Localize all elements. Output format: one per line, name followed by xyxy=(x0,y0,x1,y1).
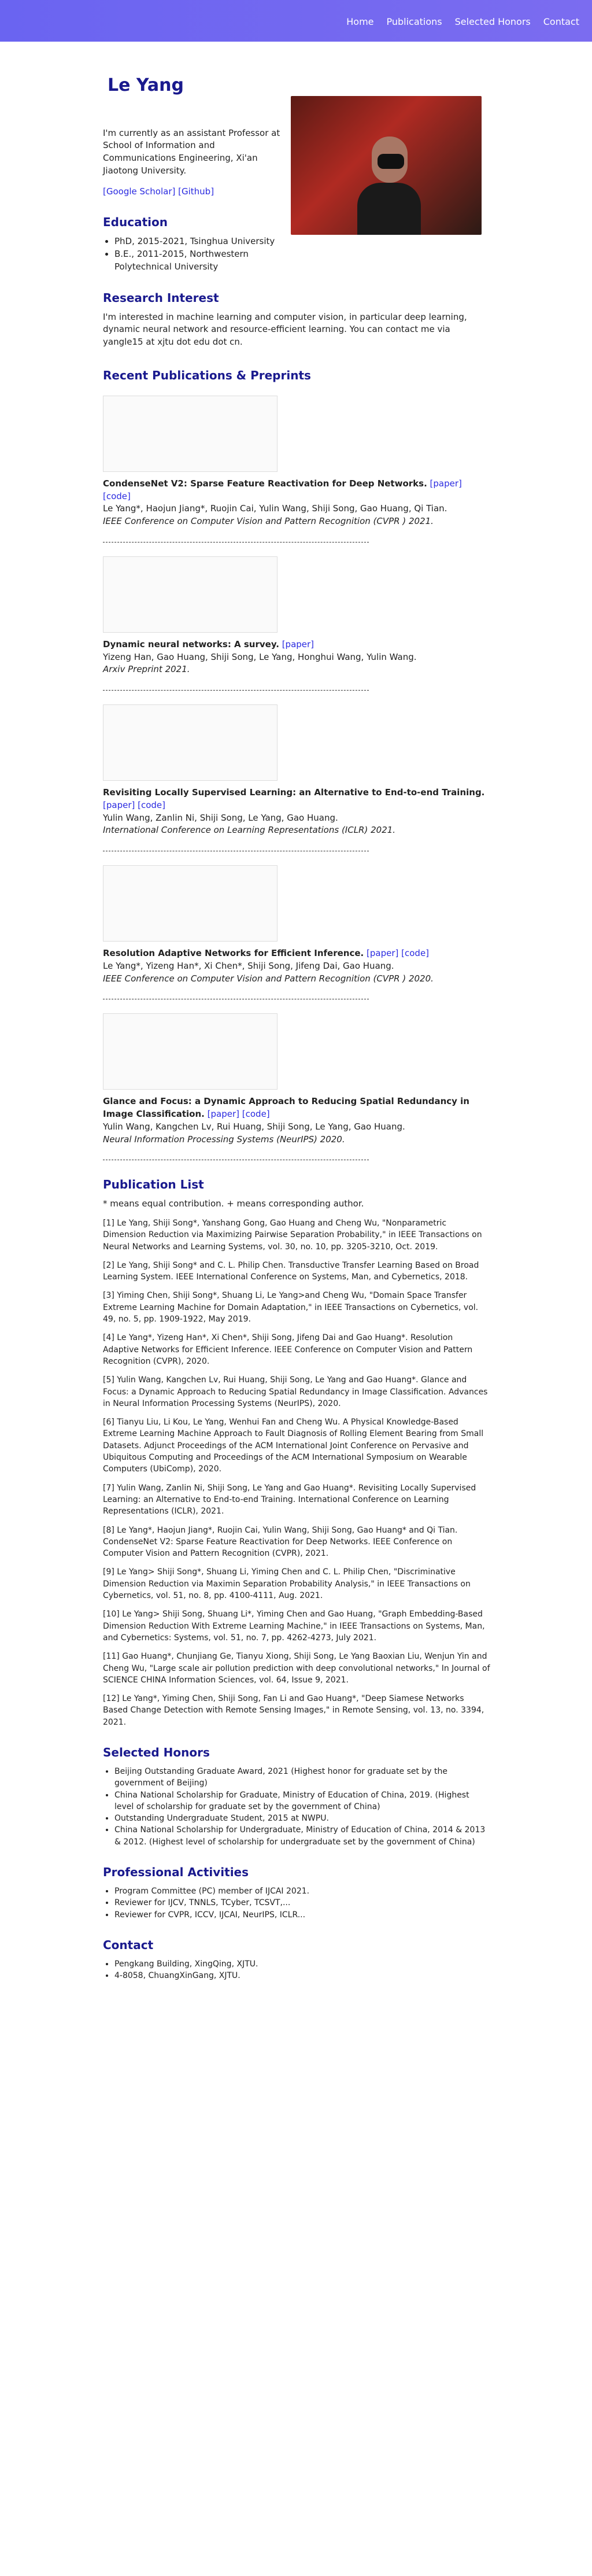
publication-list-item: [3] Yiming Chen, Shiji Song*, Shuang Li,… xyxy=(103,1291,479,1324)
recent-publication: Dynamic neural networks: A survey. [pape… xyxy=(103,556,490,691)
publication-authors: Le Yang*, Haojun Jiang*, Ruojin Cai, Yul… xyxy=(103,503,447,514)
research-text: I'm interested in machine learning and c… xyxy=(103,311,467,348)
publication-link[interactable]: [paper] xyxy=(430,478,462,489)
recent-publication: Resolution Adaptive Networks for Efficie… xyxy=(103,865,490,1000)
publication-title: Revisiting Locally Supervised Learning: … xyxy=(103,787,485,798)
publication-list-item: [9] Le Yang> Shiji Song*, Shuang Li, Yim… xyxy=(103,1567,471,1601)
publication-list-item: [4] Le Yang*, Yizeng Han*, Xi Chen*, Shi… xyxy=(103,1333,473,1366)
publication-list-item: [1] Le Yang, Shiji Song*, Yanshang Gong,… xyxy=(103,1219,482,1252)
publication-title: Dynamic neural networks: A survey. xyxy=(103,639,279,649)
recent-publication: Revisiting Locally Supervised Learning: … xyxy=(103,704,490,851)
publication-list-item: [5] Yulin Wang, Kangchen Lv, Rui Huang, … xyxy=(103,1375,488,1408)
publist-title: Publication List xyxy=(103,1178,204,1192)
publication-authors: Le Yang*, Yizeng Han*, Xi Chen*, Shiji S… xyxy=(103,960,394,971)
publication-authors: Yulin Wang, Kangchen Lv, Rui Huang, Shij… xyxy=(103,1121,405,1132)
contact-item: 4-8058, ChuangXinGang, XJTU. xyxy=(114,1970,490,1981)
recent-publication: Glance and Focus: a Dynamic Approach to … xyxy=(103,1013,490,1161)
activity-item: Reviewer for IJCV, TNNLS, TCyber, TCSVT,… xyxy=(114,1897,490,1909)
publist-note: * means equal contribution. + means corr… xyxy=(103,1198,364,1209)
research-title: Research Interest xyxy=(103,290,219,305)
recent-publication: CondenseNet V2: Sparse Feature Reactivat… xyxy=(103,395,490,542)
nav-contact[interactable]: Contact xyxy=(543,15,579,28)
github-link[interactable]: [Github] xyxy=(178,186,214,197)
honor-item: Outstanding Undergraduate Student, 2015 … xyxy=(114,1813,490,1824)
content: Le Yang I'm currently as an assistant Pr… xyxy=(103,56,490,1985)
activity-item: Program Committee (PC) member of IJCAI 2… xyxy=(114,1885,490,1897)
divider xyxy=(103,690,369,691)
nav-honors[interactable]: Selected Honors xyxy=(455,15,531,28)
publication-list-item: [6] Tianyu Liu, Li Kou, Le Yang, Wenhui … xyxy=(103,1418,484,1474)
publication-authors: Yulin Wang, Zanlin Ni, Shiji Song, Le Ya… xyxy=(103,812,338,823)
publication-link[interactable]: [paper] xyxy=(367,948,398,958)
google-scholar-link[interactable]: [Google Scholar] xyxy=(103,186,175,197)
publication-list-item: [7] Yulin Wang, Zanlin Ni, Shiji Song, L… xyxy=(103,1483,476,1516)
publication-link[interactable]: [code] xyxy=(103,491,131,501)
publication-list-item: [12] Le Yang*, Yiming Chen, Shiji Song, … xyxy=(103,1694,484,1727)
publication-link[interactable]: [paper] xyxy=(103,800,135,810)
honors-title: Selected Honors xyxy=(103,1745,210,1759)
publication-figure xyxy=(103,704,278,781)
publication-figure xyxy=(103,556,278,633)
activity-item: Reviewer for CVPR, ICCV, IJCAI, NeurIPS,… xyxy=(114,1909,490,1921)
education-item: B.E., 2011-2015, Northwestern Polytechni… xyxy=(114,248,282,274)
top-nav: Home Publications Selected Honors Contac… xyxy=(0,0,592,42)
publication-figure xyxy=(103,865,278,942)
nav-publications[interactable]: Publications xyxy=(387,15,442,28)
publication-title: Glance and Focus: a Dynamic Approach to … xyxy=(103,1096,469,1119)
publication-title: Resolution Adaptive Networks for Efficie… xyxy=(103,948,364,958)
publication-link[interactable]: [paper] xyxy=(208,1109,239,1119)
publication-link[interactable]: [code] xyxy=(242,1109,270,1119)
recent-title: Recent Publications & Preprints xyxy=(103,368,311,382)
publication-venue: Arxiv Preprint 2021. xyxy=(103,664,190,675)
publication-list-item: [11] Gao Huang*, Chunjiang Ge, Tianyu Xi… xyxy=(103,1652,490,1685)
publication-venue: IEEE Conference on Computer Vision and P… xyxy=(103,973,434,984)
publication-list-item: [8] Le Yang*, Haojun Jiang*, Ruojin Cai,… xyxy=(103,1525,458,1559)
publication-list-item: [10] Le Yang> Shiji Song, Shuang Li*, Yi… xyxy=(103,1610,485,1643)
publication-venue: Neural Information Processing Systems (N… xyxy=(103,1134,345,1145)
honor-item: Beijing Outstanding Graduate Award, 2021… xyxy=(114,1766,490,1789)
publication-authors: Yizeng Han, Gao Huang, Shiji Song, Le Ya… xyxy=(103,651,417,662)
publication-link[interactable]: [paper] xyxy=(282,639,314,649)
publication-link[interactable]: [code] xyxy=(401,948,429,958)
publication-venue: International Conference on Learning Rep… xyxy=(103,825,396,836)
honor-item: China National Scholarship for Undergrad… xyxy=(114,1824,490,1848)
publication-figure xyxy=(103,395,278,472)
education-title: Education xyxy=(103,215,168,230)
contact-item: Pengkang Building, XingQing, XJTU. xyxy=(114,1958,490,1970)
contact-title: Contact xyxy=(103,1937,154,1952)
publication-venue: IEEE Conference on Computer Vision and P… xyxy=(103,516,434,526)
publication-link[interactable]: [code] xyxy=(138,800,165,810)
profile-name: Le Yang xyxy=(108,75,184,95)
nav-home[interactable]: Home xyxy=(346,15,373,28)
publication-figure xyxy=(103,1013,278,1090)
profile-intro: I'm currently as an assistant Professor … xyxy=(103,127,280,176)
activities-title: Professional Activities xyxy=(103,1865,249,1880)
profile-photo xyxy=(291,96,482,235)
education-item: PhD, 2015-2021, Tsinghua University xyxy=(114,235,282,248)
publication-title: CondenseNet V2: Sparse Feature Reactivat… xyxy=(103,478,427,489)
publication-list-item: [2] Le Yang, Shiji Song* and C. L. Phili… xyxy=(103,1260,479,1282)
honor-item: China National Scholarship for Graduate,… xyxy=(114,1789,490,1813)
